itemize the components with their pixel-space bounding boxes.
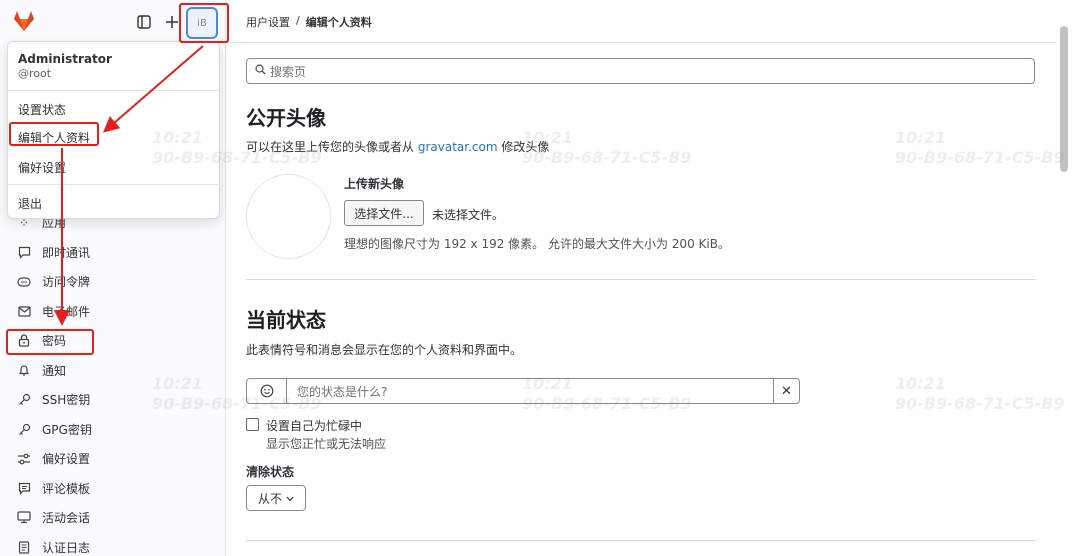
bell-icon <box>16 362 32 378</box>
sidebar-item-password[interactable]: 密码 <box>0 326 226 356</box>
main-content: 用户设置 / 编辑个人资料 搜索页 公开头像 可以在这里上传您的头像或者从 gr… <box>226 0 1080 556</box>
nav-label: 认证日志 <box>42 540 91 555</box>
preferences-icon <box>16 451 32 467</box>
sidebar-item-access-tokens[interactable]: 访问令牌 <box>0 267 226 297</box>
nav-label: 评论模板 <box>42 481 91 496</box>
user-menu-dropdown: Administrator @root 设置状态 编辑个人资料 偏好设置 退出 <box>7 41 220 219</box>
nav-label: 电子邮件 <box>42 304 91 319</box>
scrollbar[interactable] <box>1060 26 1068 172</box>
sidebar-toggle-icon[interactable] <box>134 12 154 32</box>
sidebar-item-ssh-keys[interactable]: SSH密钥 <box>0 385 226 415</box>
clear-status-icon[interactable]: ✕ <box>773 379 799 403</box>
divider <box>8 184 219 185</box>
breadcrumb: 用户设置 / 编辑个人资料 <box>246 14 372 30</box>
sidebar-item-notifications[interactable]: 通知 <box>0 356 226 386</box>
gravatar-link[interactable]: gravatar.com <box>418 140 498 154</box>
sidebar-header: iB <box>0 0 226 44</box>
divider <box>8 90 219 91</box>
breadcrumb-separator: / <box>296 14 300 27</box>
avatar-section-description: 可以在这里上传您的头像或者从 gravatar.com 修改头像 <box>246 138 549 155</box>
key-icon <box>16 392 32 408</box>
breadcrumb-parent[interactable]: 用户设置 <box>246 14 290 30</box>
search-input[interactable]: 搜索页 <box>246 58 1035 84</box>
nav-label: 通知 <box>42 363 67 378</box>
clear-status-value: 从不 <box>257 491 282 506</box>
header-divider <box>226 42 1056 43</box>
token-icon <box>16 274 32 290</box>
user-display-name: Administrator <box>18 52 112 66</box>
status-input-group: 您的状态是什么? ✕ <box>246 378 800 404</box>
busy-checkbox[interactable] <box>246 418 259 431</box>
status-message-input[interactable]: 您的状态是什么? <box>287 379 773 403</box>
avatar-alt-text: iB <box>197 17 207 29</box>
monitor-icon <box>16 510 32 526</box>
status-section-description: 此表情符号和消息会显示在您的个人资料和界面中。 <box>246 343 523 357</box>
busy-label: 设置自己为忙碌中 <box>266 419 363 433</box>
section-divider <box>246 540 1036 541</box>
menu-item-preferences[interactable]: 偏好设置 <box>18 159 66 176</box>
avatar-preview <box>246 174 331 259</box>
gitlab-logo-icon[interactable] <box>12 10 36 32</box>
sidebar-item-auth-log[interactable]: 认证日志 <box>0 533 226 556</box>
section-divider <box>246 279 1036 280</box>
sidebar-item-comment-templates[interactable]: 评论模板 <box>0 474 226 504</box>
lock-icon <box>16 333 32 349</box>
menu-item-set-status[interactable]: 设置状态 <box>18 101 66 118</box>
clear-status-select[interactable]: 从不 <box>246 485 306 511</box>
key-icon <box>16 421 32 437</box>
no-file-text: 未选择文件。 <box>432 208 505 222</box>
mail-icon <box>16 303 32 319</box>
avatar-section-title: 公开头像 <box>246 106 326 130</box>
avatar-desc-before: 可以在这里上传您的头像或者从 <box>246 140 415 154</box>
sidebar-item-active-sessions[interactable]: 活动会话 <box>0 503 226 533</box>
nav-label: GPG密钥 <box>42 422 92 437</box>
create-new-icon[interactable] <box>162 12 182 32</box>
breadcrumb-current[interactable]: 编辑个人资料 <box>306 14 372 30</box>
nav-label: 密码 <box>42 334 67 349</box>
clear-status-label: 清除状态 <box>246 465 295 479</box>
chevron-down-icon <box>286 491 294 505</box>
sidebar-item-chat[interactable]: 即时通讯 <box>0 238 226 268</box>
sidebar-item-emails[interactable]: 电子邮件 <box>0 297 226 327</box>
settings-nav: ⁘ 应用 即时通讯 访问令牌 电子邮件 密码 通知 SSH密钥 GPG密钥 偏好设… <box>0 208 226 556</box>
avatar-desc-after: 修改头像 <box>501 140 550 154</box>
menu-item-sign-out[interactable]: 退出 <box>18 195 42 212</box>
user-avatar-button[interactable]: iB <box>186 7 218 39</box>
comment-template-icon <box>16 480 32 496</box>
log-icon <box>16 539 32 555</box>
choose-file-button[interactable]: 选择文件... <box>344 200 424 226</box>
emoji-picker-icon[interactable] <box>247 379 287 403</box>
nav-label: SSH密钥 <box>42 393 91 408</box>
user-username: @root <box>18 67 52 80</box>
nav-label: 偏好设置 <box>42 452 91 467</box>
avatar-size-hint: 理想的图像尺寸为 192 x 192 像素。 允许的最大文件大小为 200 Ki… <box>344 237 730 251</box>
search-icon <box>255 64 266 78</box>
search-placeholder: 搜索页 <box>270 64 307 79</box>
nav-label: 即时通讯 <box>42 245 91 260</box>
nav-label: 活动会话 <box>42 511 91 526</box>
nav-label: 访问令牌 <box>42 275 91 290</box>
busy-hint: 显示您正忙或无法响应 <box>266 437 387 451</box>
menu-item-edit-profile[interactable]: 编辑个人资料 <box>18 129 90 146</box>
chat-icon <box>16 244 32 260</box>
sidebar-item-gpg-keys[interactable]: GPG密钥 <box>0 415 226 445</box>
status-section-title: 当前状态 <box>246 308 326 332</box>
sidebar-item-preferences[interactable]: 偏好设置 <box>0 444 226 474</box>
upload-avatar-title: 上传新头像 <box>344 177 405 191</box>
